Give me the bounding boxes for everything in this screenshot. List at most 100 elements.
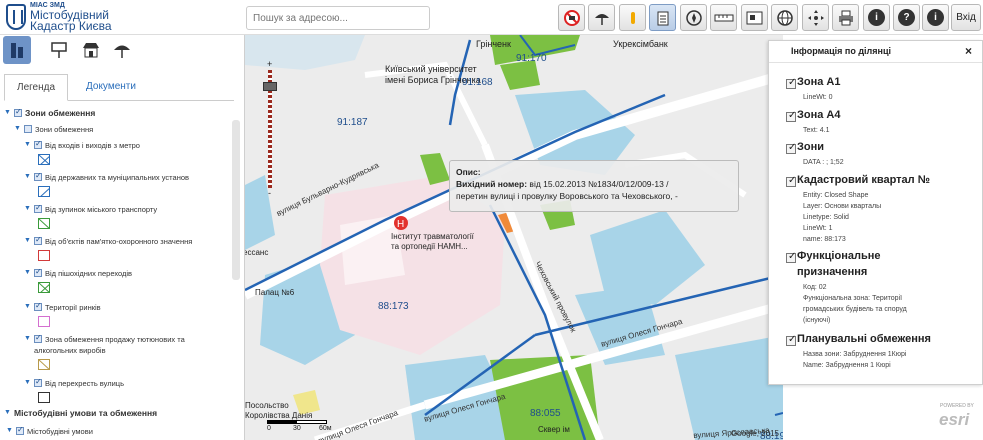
cadastral-label: 91:170 bbox=[516, 53, 547, 64]
tab-documents[interactable]: Документи bbox=[74, 74, 148, 101]
parcel-layer-checkbox[interactable] bbox=[786, 175, 796, 187]
umbrella-layer-button[interactable] bbox=[108, 36, 136, 64]
parcel-layer-name: Зона А4 bbox=[797, 109, 841, 121]
parcel-info-panel: Інформація по ділянці × Зона А1 LineWt: … bbox=[768, 40, 983, 385]
ruler-icon bbox=[714, 14, 733, 21]
expand-arrow-icon[interactable]: ▼ bbox=[24, 173, 31, 180]
print-icon bbox=[838, 10, 853, 25]
compass-icon bbox=[685, 9, 702, 26]
parcel-layer-checkbox[interactable] bbox=[786, 77, 796, 89]
legend-checkbox[interactable] bbox=[34, 171, 42, 181]
map-label-grinchenko: Грінченк bbox=[476, 39, 511, 49]
map-label-essans: ессанс bbox=[245, 248, 269, 257]
legend-checkbox[interactable] bbox=[34, 139, 42, 149]
scale-label: 0 bbox=[267, 425, 271, 432]
parcel-layer-checkbox[interactable] bbox=[786, 251, 796, 263]
login-button[interactable]: Вхід bbox=[951, 4, 981, 31]
legend-checkbox[interactable] bbox=[34, 235, 42, 245]
logo-title: Містобудівний Кадастр Києва bbox=[30, 9, 112, 32]
compass-button[interactable] bbox=[680, 4, 707, 31]
legend-item: Від зупинок міського транспорту bbox=[45, 205, 158, 214]
parcel-layer-attr: Text: 4.1 bbox=[803, 127, 830, 134]
zoom-handle[interactable] bbox=[263, 82, 277, 91]
zoom-in-button[interactable]: + bbox=[267, 59, 272, 69]
expand-arrow-icon[interactable]: ▼ bbox=[24, 303, 31, 310]
parcel-layer-name: Планувальні обмеження bbox=[797, 333, 931, 345]
parcel-layer-checkbox[interactable] bbox=[786, 142, 796, 154]
pin-button[interactable] bbox=[619, 4, 646, 31]
expand-arrow-icon[interactable]: ▼ bbox=[4, 109, 11, 116]
popup-value-2: перетин вулиці і провулку Воровського та… bbox=[456, 191, 678, 201]
zoom-out-button[interactable]: - bbox=[268, 188, 271, 198]
about-button[interactable]: i bbox=[922, 4, 949, 31]
legend-checkbox[interactable] bbox=[34, 203, 42, 213]
expand-arrow-icon[interactable]: ▼ bbox=[24, 269, 31, 276]
no-entry-icon bbox=[563, 9, 580, 26]
no-entry-button[interactable] bbox=[558, 4, 585, 31]
cadastral-label: 91:187 bbox=[337, 117, 368, 128]
map-canvas: H bbox=[245, 35, 783, 440]
heritage-zone-swatch bbox=[38, 250, 50, 261]
shop-button[interactable] bbox=[77, 36, 105, 64]
tab-legend[interactable]: Легенда bbox=[4, 74, 69, 101]
legend-checkbox[interactable] bbox=[34, 333, 42, 343]
map-view[interactable]: H Грінченк Київський університет імені Б… bbox=[245, 35, 783, 440]
parcel-layer-checkbox[interactable] bbox=[786, 334, 796, 346]
legend-checkbox[interactable] bbox=[14, 107, 22, 117]
globe-button[interactable] bbox=[771, 4, 798, 31]
legend-checkbox[interactable] bbox=[34, 267, 42, 277]
zoom-slider[interactable]: + - bbox=[263, 59, 277, 202]
expand-arrow-icon[interactable]: ▼ bbox=[14, 125, 21, 132]
umbrella-button[interactable] bbox=[588, 4, 615, 31]
expand-arrow-icon[interactable]: ▼ bbox=[24, 205, 31, 212]
expand-arrow-icon[interactable]: ▼ bbox=[6, 427, 13, 434]
legend-checkbox[interactable] bbox=[24, 125, 32, 133]
legend-scrollbar[interactable] bbox=[232, 120, 240, 280]
parcel-layer-attr: Layer: Основи кварталы bbox=[803, 203, 882, 210]
pin-icon bbox=[630, 11, 635, 24]
parcel-info-header: Інформація по ділянці × bbox=[769, 41, 982, 63]
close-button[interactable]: × bbox=[965, 44, 972, 58]
institutions-zone-swatch bbox=[38, 186, 50, 197]
expand-arrow-icon[interactable]: ▼ bbox=[24, 141, 31, 148]
logo-icon bbox=[6, 4, 26, 30]
parcel-layer-attr: Назва зони: Забруднення 1Кюрі bbox=[803, 351, 907, 358]
legend-checkbox[interactable] bbox=[16, 425, 24, 435]
expand-arrow-icon[interactable]: ▼ bbox=[24, 237, 31, 244]
clipboard-button[interactable] bbox=[649, 4, 676, 31]
building-layer-button[interactable] bbox=[3, 36, 31, 64]
ruler-button[interactable] bbox=[710, 4, 737, 31]
legend-checkbox[interactable] bbox=[34, 377, 42, 387]
help-button[interactable]: ? bbox=[893, 4, 920, 31]
building-icon bbox=[11, 43, 23, 58]
legend-item: Від об'єктів пам'ятко-охоронного значенн… bbox=[45, 237, 193, 246]
legend-item: Містобудівні умови bbox=[27, 427, 93, 436]
transport-stop-swatch bbox=[38, 218, 50, 229]
info-button[interactable]: i bbox=[863, 4, 890, 31]
area-measure-button[interactable] bbox=[741, 4, 768, 31]
search-input[interactable] bbox=[246, 6, 430, 30]
popup-line: Вихідний номер: від 15.02.2013 №1834/0/1… bbox=[456, 178, 732, 190]
signboard-icon bbox=[51, 42, 67, 58]
expand-arrow-icon[interactable]: ▼ bbox=[24, 335, 31, 342]
expand-arrow-icon[interactable]: ▼ bbox=[24, 379, 31, 386]
parcel-layer-attr: DATA : ; 1;52 bbox=[803, 159, 844, 166]
legend-item: Від пішохідних переходів bbox=[45, 269, 133, 278]
signboard-button[interactable] bbox=[45, 36, 73, 64]
parcel-layer-attr: громадських будівель та споруд bbox=[803, 306, 907, 313]
parcel-layer-attr: (існуючі) bbox=[803, 317, 831, 324]
parcel-info-title: Інформація по ділянці bbox=[791, 46, 891, 56]
legend-item-continuation: алкогольних виробів bbox=[34, 346, 106, 355]
globe-icon bbox=[776, 9, 793, 26]
map-label-institute-2: та ортопедії НАМН... bbox=[391, 242, 468, 251]
legend-item: Від входів і виходів з метро bbox=[45, 141, 140, 150]
esri-powered: POWERED BY bbox=[940, 403, 974, 409]
legend-checkbox[interactable] bbox=[34, 301, 42, 311]
umbrella-icon bbox=[594, 13, 609, 25]
cadastral-label: 88:055 bbox=[530, 408, 561, 419]
print-button[interactable] bbox=[832, 4, 859, 31]
parcel-layer-checkbox[interactable] bbox=[786, 110, 796, 122]
move-button[interactable] bbox=[802, 4, 829, 31]
crossing-zone-swatch bbox=[38, 282, 50, 293]
expand-arrow-icon[interactable]: ▼ bbox=[4, 409, 11, 416]
